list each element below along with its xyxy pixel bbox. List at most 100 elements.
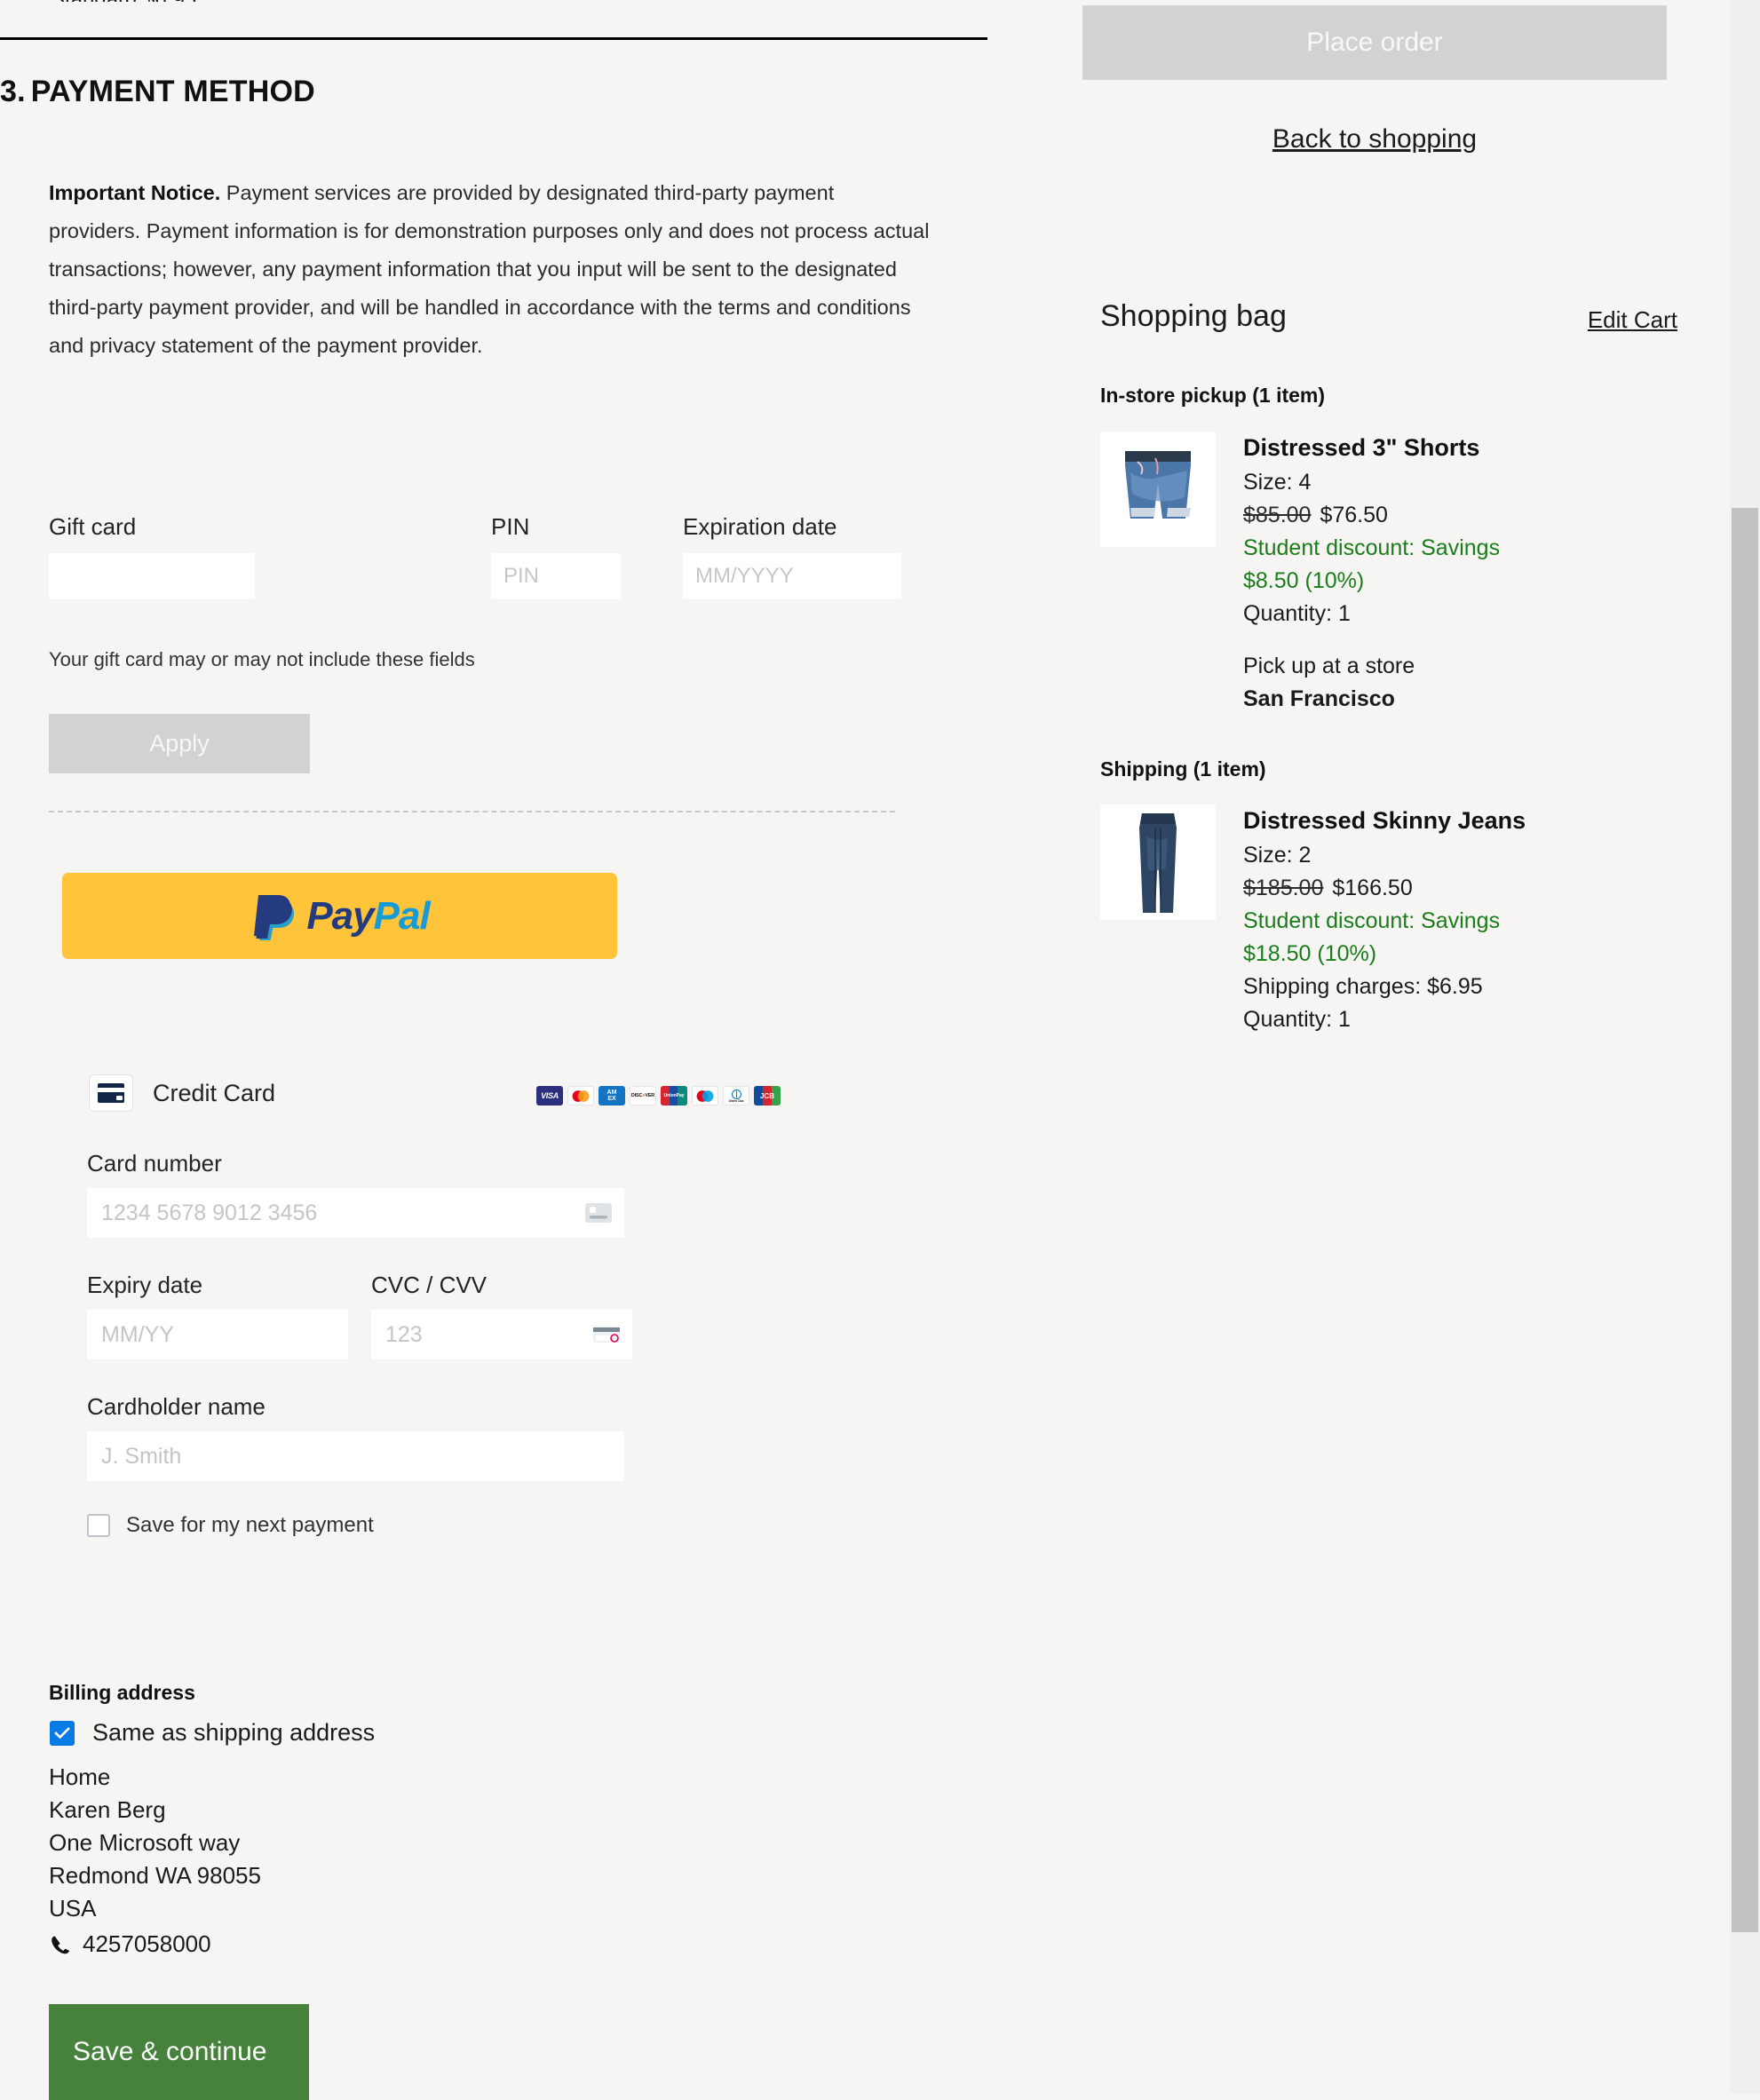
denim-shorts-image (1100, 432, 1216, 547)
cardholder-name-input-wrap (87, 1431, 624, 1481)
address-street: One Microsoft way (49, 1829, 241, 1856)
same-as-shipping-checkbox[interactable] (50, 1720, 75, 1746)
address-city-state-zip: Redmond WA 98055 (49, 1862, 261, 1889)
payment-options-divider (49, 811, 895, 812)
gift-card-input[interactable] (49, 553, 255, 599)
cardholder-name-input[interactable] (87, 1443, 624, 1470)
section-number: 3. (0, 75, 26, 108)
cvc-field: CVC / CVV (371, 1272, 632, 1359)
card-number-input[interactable] (87, 1200, 624, 1226)
page-scrollbar-thumb[interactable] (1732, 508, 1758, 1932)
pickup-store: San Francisco (1243, 686, 1395, 711)
paypal-logo: Pay Pal (250, 892, 431, 941)
group-heading-shipping: Shipping (1 item) (1100, 757, 1266, 781)
notice-body: Payment services are provided by designa… (49, 181, 930, 357)
item-details: Distressed 3" Shorts Size: 4 $85.00 $76.5… (1243, 432, 1500, 716)
shopping-bag-title: Shopping bag (1100, 299, 1287, 333)
expiry-input-wrap (87, 1310, 348, 1359)
item-price-original: $185.00 (1243, 876, 1324, 900)
expiry-date-label: Expiry date (87, 1272, 203, 1298)
unionpay-icon: UnionPay (661, 1086, 687, 1105)
item-price-original: $85.00 (1243, 503, 1312, 527)
item-fulfillment: Pick up at a store San Francisco (1243, 650, 1500, 716)
credit-card-form: Card number Expiry date CVC / CVV (87, 1150, 895, 1538)
cvc-input-wrap (371, 1310, 632, 1359)
paypal-word-pay: Pay (306, 893, 374, 938)
cardholder-name-label: Cardholder name (87, 1393, 266, 1420)
gift-pin-label: PIN (491, 513, 530, 540)
section-title-text: PAYMENT METHOD (30, 75, 315, 108)
save-and-continue-button[interactable]: Save & continue (49, 2004, 309, 2100)
item-shipping-charges: Shipping charges: $6.95 (1243, 974, 1483, 999)
skinny-jeans-image (1100, 804, 1216, 920)
address-phone-line: 4257058000 (49, 1928, 261, 1961)
gift-card-label: Gift card (49, 513, 137, 540)
card-expiry-cvc-row: Expiry date CVC / CVV (87, 1272, 895, 1359)
card-number-input-wrap (87, 1188, 624, 1238)
notice-label: Important Notice. (49, 181, 221, 204)
card-number-field: Card number (87, 1150, 895, 1238)
credit-card-label: Credit Card (153, 1079, 276, 1106)
address-name: Karen Berg (49, 1796, 166, 1823)
item-quantity: Quantity: 1 (1243, 1007, 1351, 1032)
item-discount-line-1: Student discount: Savings (1243, 535, 1501, 560)
item-name: Distressed 3" Shorts (1243, 434, 1480, 461)
accepted-card-brands: VISA AMEX DISC●VER UnionPay Diners Club (536, 1086, 781, 1105)
item-quantity: Quantity: 1 (1243, 601, 1351, 626)
same-as-shipping-row[interactable]: Same as shipping address (50, 1719, 375, 1747)
item-discount-line-2: $8.50 (10%) (1243, 568, 1365, 593)
apply-gift-card-button[interactable]: Apply (49, 714, 310, 773)
item-prices: $185.00 $166.50 (1243, 872, 1526, 905)
item-discount-line-1: Student discount: Savings (1243, 908, 1501, 933)
cvc-hint-icon (593, 1325, 620, 1344)
address-tag: Home (49, 1763, 111, 1790)
same-as-shipping-label: Same as shipping address (92, 1719, 376, 1746)
billing-address-block: Home Karen Berg One Microsoft way Redmon… (49, 1761, 261, 1961)
checkout-page: Standard $6.95 3.PAYMENT METHOD Importan… (0, 0, 1760, 2100)
item-size: Size: 4 (1243, 470, 1312, 495)
visa-icon: VISA (536, 1086, 563, 1105)
item-prices: $85.00 $76.50 (1243, 499, 1500, 532)
paypal-word-pal: Pal (373, 893, 431, 938)
phone-icon (49, 1934, 70, 1955)
billing-address-heading: Billing address (49, 1681, 195, 1704)
cardholder-name-field: Cardholder name (87, 1393, 895, 1481)
item-name: Distressed Skinny Jeans (1243, 807, 1526, 834)
item-details: Distressed Skinny Jeans Size: 2 $185.00 $… (1243, 804, 1526, 1036)
item-price-current: $76.50 (1320, 503, 1388, 527)
gift-expiration-input[interactable] (683, 553, 901, 599)
important-notice: Important Notice. Payment services are p… (49, 174, 930, 365)
save-for-next-payment-checkbox[interactable] (87, 1514, 110, 1537)
diners-club-icon: Diners Club (723, 1086, 749, 1105)
expiry-date-field: Expiry date (87, 1272, 348, 1359)
gift-pin-field: PIN (491, 513, 621, 599)
page-title: 3. PAYMENT METHOD (0, 75, 315, 109)
gift-expiration-field: Expiration date (683, 513, 901, 599)
back-to-shopping-link[interactable]: Back to shopping (1082, 124, 1667, 155)
item-price-current: $166.50 (1332, 876, 1413, 900)
paypal-button[interactable]: Pay Pal (62, 873, 617, 959)
card-number-label: Card number (87, 1150, 222, 1177)
gift-pin-input[interactable] (491, 553, 621, 599)
credit-card-option[interactable]: Credit Card (89, 1074, 275, 1112)
save-for-next-payment-row[interactable]: Save for my next payment (87, 1513, 895, 1538)
list-item: Distressed Skinny Jeans Size: 2 $185.00 $… (1100, 804, 1526, 1036)
group-heading-pickup: In-store pickup (1 item) (1100, 384, 1326, 407)
cvc-label: CVC / CVV (371, 1272, 488, 1298)
payment-method-column: 3. PAYMENT METHOD Important Notice. Payme… (0, 0, 1074, 2100)
maestro-icon (692, 1086, 718, 1105)
expiry-date-input[interactable] (87, 1321, 348, 1348)
pickup-label: Pick up at a store (1243, 654, 1415, 678)
gift-card-hint: Your gift card may or may not include th… (49, 648, 475, 670)
card-placeholder-icon (585, 1203, 612, 1223)
mastercard-icon (567, 1086, 594, 1105)
jcb-icon: JCB (754, 1086, 781, 1105)
edit-cart-link[interactable]: Edit Cart (1588, 306, 1677, 334)
address-country: USA (49, 1895, 97, 1922)
page-scrollbar-track[interactable] (1730, 0, 1760, 2094)
phone-number: 4257058000 (83, 1930, 211, 1957)
gift-card-field: Gift card (49, 513, 255, 599)
credit-card-icon (89, 1074, 133, 1112)
item-discount-line-2: $18.50 (10%) (1243, 941, 1377, 966)
place-order-button[interactable]: Place order (1082, 5, 1667, 80)
